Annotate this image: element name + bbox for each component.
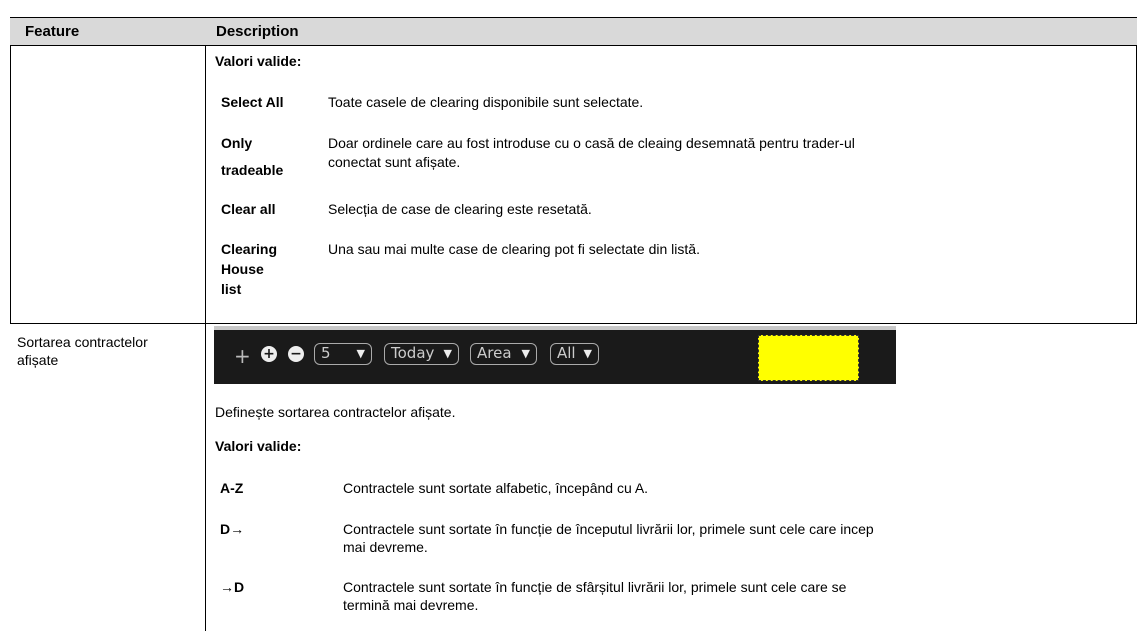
day-select[interactable]: Today ▼ bbox=[384, 343, 459, 365]
document-page: Feature Description Valori valide: Selec… bbox=[0, 0, 1147, 631]
row2-key-d-end: →D bbox=[220, 579, 245, 595]
header-description: Description bbox=[216, 23, 299, 40]
row2-key-a-z: A-Z bbox=[220, 480, 244, 496]
filter-select[interactable]: All ▼ bbox=[550, 343, 599, 365]
row1-key-clearing-2: House bbox=[221, 261, 264, 277]
row2-desc-d-start-1: Contractele sunt sortate în funcție de î… bbox=[343, 521, 874, 537]
row1-desc-select-all: Toate casele de clearing disponibile sun… bbox=[328, 94, 644, 110]
row2-desc-d-end-2: termină mai devreme. bbox=[343, 597, 479, 613]
zoom-in-icon[interactable]: + bbox=[261, 346, 277, 362]
header-feature: Feature bbox=[25, 23, 80, 40]
toolbar-top-strip bbox=[214, 326, 896, 330]
row2-feature-line-1: Sortarea contractelor bbox=[17, 334, 148, 350]
row1-key-only-tradeable-2: tradeable bbox=[221, 162, 284, 178]
chevron-down-icon: ▼ bbox=[583, 347, 592, 360]
row2-valori-label: Valori valide: bbox=[215, 438, 302, 454]
row2-desc-d-start-2: mai devreme. bbox=[343, 539, 428, 555]
highlight-box bbox=[758, 335, 859, 381]
chevron-down-icon: ▼ bbox=[521, 347, 530, 360]
row1-desc-only-tradeable-1: Doar ordinele care au fost introduse cu … bbox=[328, 135, 855, 151]
row2-desc-d-end-1: Contractele sunt sortate în funcție de s… bbox=[343, 579, 847, 595]
area-select-value: Area bbox=[477, 344, 512, 362]
area-select[interactable]: Area ▼ bbox=[470, 343, 537, 365]
row2-key-d-start: D→ bbox=[220, 521, 245, 537]
table-header: Feature Description bbox=[10, 17, 1137, 46]
row1-desc-clearing: Una sau mai multe case de clearing pot f… bbox=[328, 241, 700, 257]
day-select-value: Today bbox=[391, 344, 435, 362]
row1-key-clearing-1: Clearing bbox=[221, 241, 278, 257]
row2-intro: Definește sortarea contractelor afișate. bbox=[215, 404, 456, 420]
row2-desc-a-z: Contractele sunt sortate alfabetic, înce… bbox=[343, 480, 649, 496]
add-icon[interactable]: + bbox=[234, 346, 251, 366]
row1-valori-label: Valori valide: bbox=[215, 53, 302, 69]
row1-desc-clear-all: Selecția de case de clearing este reseta… bbox=[328, 201, 592, 217]
count-select[interactable]: 5 ▼ bbox=[314, 343, 372, 365]
row1-key-clear-all: Clear all bbox=[221, 201, 276, 217]
table-right-border bbox=[1136, 17, 1137, 323]
column-divider bbox=[205, 17, 206, 631]
filter-select-value: All bbox=[557, 344, 576, 362]
row2-feature-line-2: afișate bbox=[17, 352, 59, 368]
zoom-out-icon[interactable]: − bbox=[288, 346, 304, 362]
chevron-down-icon: ▼ bbox=[443, 347, 452, 360]
row1-key-clearing-3: list bbox=[221, 281, 242, 297]
chevron-down-icon: ▼ bbox=[356, 347, 365, 360]
row1-key-select-all: Select All bbox=[221, 94, 284, 110]
row1-desc-only-tradeable-2: conectat sunt afișate. bbox=[328, 154, 461, 170]
table-left-border bbox=[10, 17, 11, 323]
count-select-value: 5 bbox=[321, 344, 331, 362]
row-divider bbox=[10, 323, 1137, 324]
row1-key-only-tradeable-1: Only bbox=[221, 135, 253, 151]
